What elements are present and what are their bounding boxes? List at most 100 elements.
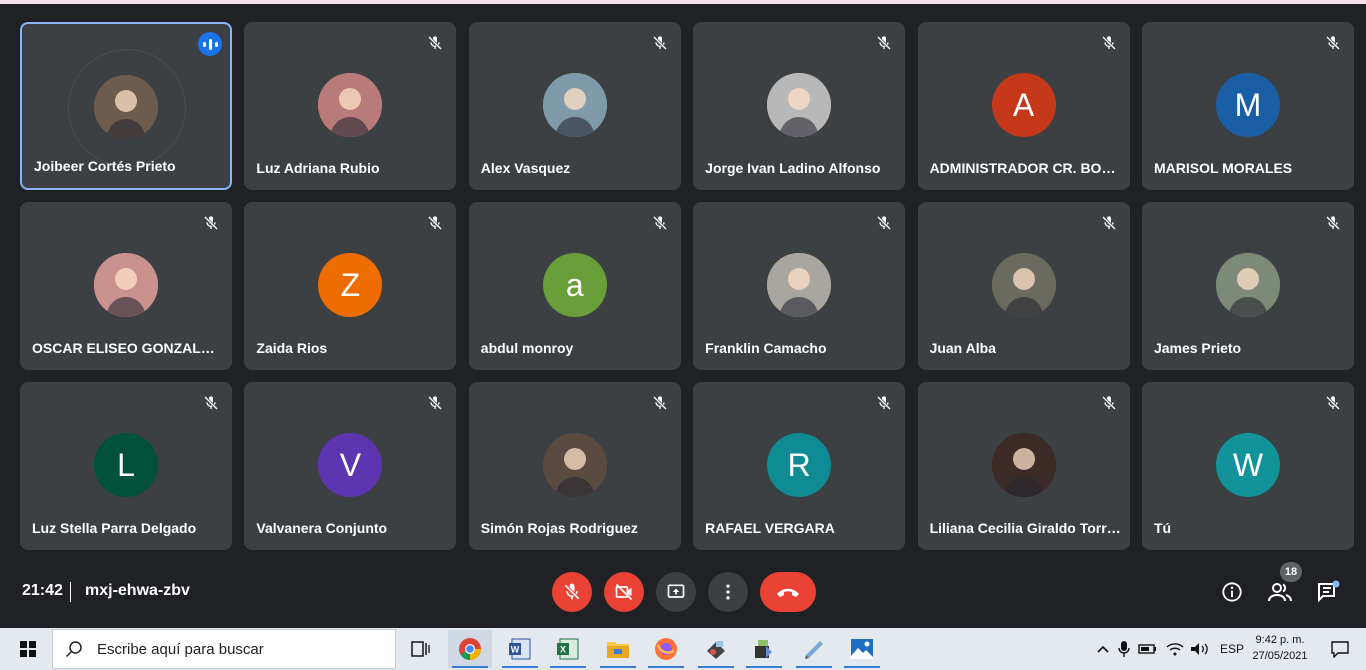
- participant-tile[interactable]: Juan Alba: [917, 202, 1130, 370]
- present-now-button[interactable]: [656, 572, 696, 612]
- participant-tile[interactable]: Simón Rojas Rodriguez: [468, 382, 681, 550]
- system-tray: ESP: [1096, 628, 1244, 670]
- participant-name: Joibeer Cortés Prieto: [34, 158, 176, 174]
- word-icon: W: [509, 638, 531, 660]
- wifi-icon[interactable]: [1166, 642, 1184, 656]
- present-screen-icon: [667, 584, 685, 598]
- active-indicator: [796, 666, 832, 668]
- participant-tile[interactable]: Liliana Cecilia Giraldo Torres: [917, 382, 1130, 550]
- leave-call-button[interactable]: [760, 572, 816, 612]
- taskbar-search-box[interactable]: Escribe aquí para buscar: [52, 629, 396, 669]
- participant-tile[interactable]: W Tú: [1141, 382, 1354, 550]
- active-indicator: [452, 666, 488, 668]
- muted-mic-icon: [424, 32, 446, 54]
- muted-mic-icon: [1322, 392, 1344, 414]
- participant-tile[interactable]: Joibeer Cortés Prieto: [20, 22, 232, 190]
- participant-tile[interactable]: R RAFAEL VERGARA: [693, 382, 906, 550]
- participant-tile[interactable]: V Valvanera Conjunto: [244, 382, 457, 550]
- participant-tile[interactable]: Luz Adriana Rubio: [244, 22, 457, 190]
- meeting-code: mxj-ehwa-zbv: [85, 582, 190, 599]
- meet-window: Joibeer Cortés Prieto Luz Adriana Rubio Al…: [0, 4, 1366, 628]
- meeting-time: 21:42: [22, 582, 63, 599]
- participant-tile[interactable]: Z Zaida Rios: [244, 202, 457, 370]
- windows-taskbar: Escribe aquí para buscar W X ESP 9:42 p.…: [0, 628, 1366, 670]
- input-language[interactable]: ESP: [1220, 642, 1244, 656]
- taskbar-app[interactable]: [742, 630, 786, 668]
- participant-avatar: W: [1215, 433, 1280, 497]
- windows-logo-icon: [20, 641, 36, 657]
- muted-mic-icon: [649, 32, 671, 54]
- end-call-icon: [777, 588, 799, 597]
- participant-avatar: M: [1215, 73, 1280, 137]
- participant-tile[interactable]: a abdul monroy: [468, 202, 681, 370]
- excel-icon: X: [557, 638, 579, 660]
- active-indicator: [502, 666, 538, 668]
- muted-mic-icon: [649, 212, 671, 234]
- meeting-control-bar: 21:42 mxj-ehwa-zbv: [0, 564, 1366, 628]
- participant-count-badge: 18: [1280, 562, 1302, 582]
- taskbar-app-word[interactable]: W: [498, 630, 542, 668]
- search-icon: [65, 641, 82, 658]
- muted-mic-icon: [649, 392, 671, 414]
- firefox-icon: [655, 638, 677, 660]
- divider: [70, 582, 71, 602]
- participant-tile[interactable]: OSCAR ELISEO GONZALEZ...: [20, 202, 232, 370]
- active-indicator: [698, 666, 734, 668]
- taskbar-app-chrome[interactable]: [448, 630, 492, 668]
- task-view-button[interactable]: [398, 630, 442, 668]
- svg-text:W: W: [511, 645, 520, 655]
- muted-mic-icon: [1322, 212, 1344, 234]
- search-placeholder: Escribe aquí para buscar: [97, 640, 264, 658]
- taskbar-app-firefox[interactable]: [644, 630, 688, 668]
- participant-tile[interactable]: M MARISOL MORALES: [1141, 22, 1354, 190]
- participant-tile[interactable]: James Prieto: [1141, 202, 1354, 370]
- chrome-icon: [459, 638, 481, 660]
- participant-tile[interactable]: Jorge Ivan Ladino Alfonso: [693, 22, 906, 190]
- taskbar-app-file-explorer[interactable]: [596, 630, 640, 668]
- taskbar-app-photos[interactable]: [840, 630, 884, 668]
- participant-avatar: A: [991, 73, 1056, 137]
- meeting-details-button[interactable]: [1214, 574, 1250, 610]
- task-view-icon: [411, 641, 430, 657]
- chat-button[interactable]: [1310, 574, 1346, 610]
- start-button[interactable]: [6, 630, 50, 668]
- battery-icon[interactable]: [1138, 642, 1158, 656]
- participant-tile[interactable]: A ADMINISTRADOR CR. BON...: [917, 22, 1130, 190]
- participant-avatar: [94, 253, 158, 317]
- camera-toggle-button[interactable]: [604, 572, 644, 612]
- participant-grid: Joibeer Cortés Prieto Luz Adriana Rubio Al…: [20, 22, 1354, 550]
- action-center-button[interactable]: [1318, 630, 1362, 668]
- participant-tile[interactable]: Alex Vasquez: [468, 22, 681, 190]
- muted-mic-icon: [200, 212, 222, 234]
- participant-avatar: [318, 73, 383, 137]
- taskbar-app[interactable]: [694, 630, 738, 668]
- participant-name: Juan Alba: [929, 340, 996, 356]
- participant-name: Luz Stella Parra Delgado: [32, 520, 197, 536]
- camera-off-icon: [615, 583, 633, 601]
- participant-name: ADMINISTRADOR CR. BON...: [929, 160, 1122, 176]
- participant-avatar: L: [94, 433, 158, 497]
- muted-mic-icon: [1322, 32, 1344, 54]
- participant-avatar: [991, 253, 1056, 317]
- volume-icon[interactable]: [1190, 642, 1210, 656]
- show-hidden-icons-icon[interactable]: [1096, 642, 1110, 656]
- active-indicator: [746, 666, 782, 668]
- participant-name: abdul monroy: [480, 340, 574, 356]
- taskbar-app-excel[interactable]: X: [546, 630, 590, 668]
- participant-name: Tú: [1153, 520, 1172, 536]
- participant-avatar: R: [767, 433, 832, 497]
- more-options-button[interactable]: [708, 572, 748, 612]
- taskbar-app[interactable]: [792, 630, 836, 668]
- info-icon: [1222, 582, 1242, 602]
- taskbar-clock[interactable]: 9:42 p. m. 27/05/2021: [1248, 632, 1312, 664]
- mic-toggle-button[interactable]: [552, 572, 592, 612]
- muted-mic-icon: [1098, 212, 1120, 234]
- participant-avatar: [1215, 253, 1280, 317]
- participant-name: Zaida Rios: [256, 340, 328, 356]
- microphone-icon[interactable]: [1118, 640, 1130, 658]
- participant-name: Luz Adriana Rubio: [256, 160, 380, 176]
- participant-tile[interactable]: Franklin Camacho: [693, 202, 906, 370]
- participant-avatar: [767, 253, 832, 317]
- participant-tile[interactable]: L Luz Stella Parra Delgado: [20, 382, 232, 550]
- muted-mic-icon: [424, 392, 446, 414]
